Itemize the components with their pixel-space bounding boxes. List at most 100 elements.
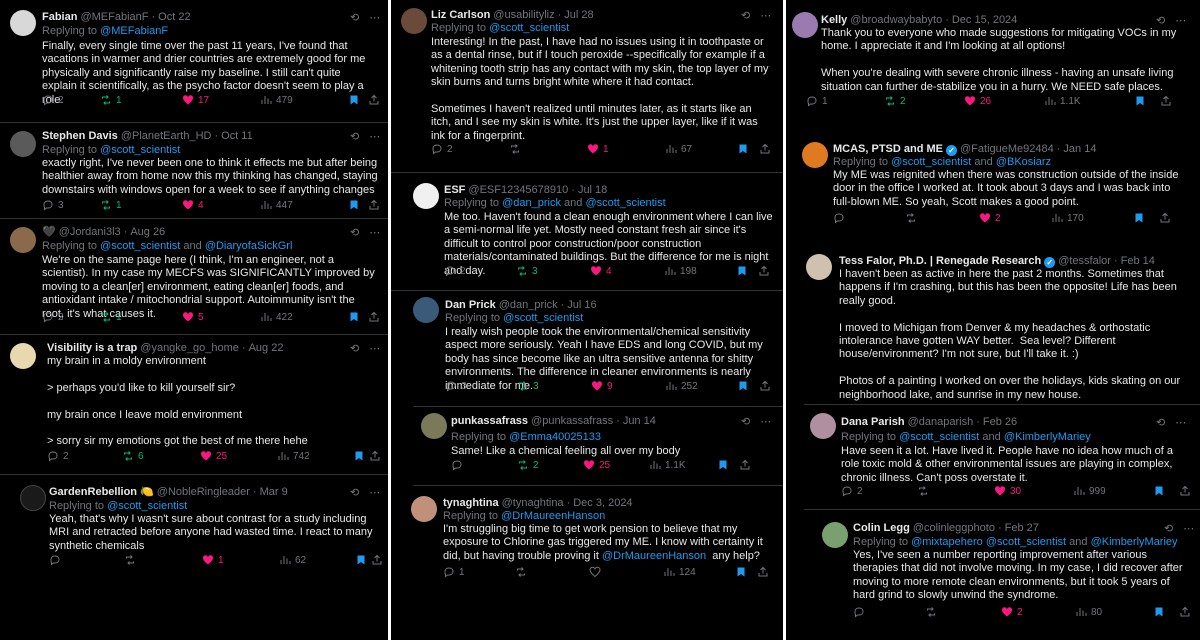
avatar[interactable] — [792, 12, 818, 38]
avatar[interactable] — [810, 413, 836, 439]
share-button[interactable] — [369, 450, 381, 462]
avatar[interactable] — [401, 8, 427, 34]
reply-mention[interactable]: @dan_prick and @scott_scientist — [502, 197, 666, 209]
avatar[interactable] — [10, 343, 36, 369]
like-button[interactable]: 1 — [202, 554, 224, 566]
bookmark-button[interactable] — [717, 459, 729, 471]
like-button[interactable]: 4 — [590, 265, 612, 277]
like-button[interactable]: 9 — [591, 380, 613, 392]
tweet-date[interactable]: Feb 26 — [983, 415, 1017, 429]
views-button[interactable]: 742 — [277, 450, 310, 462]
reply-mention[interactable]: @scott_scientist — [489, 22, 569, 34]
reply-button[interactable]: 2 — [431, 143, 453, 155]
repost-button[interactable]: 6 — [122, 450, 144, 462]
grok-icon[interactable]: ⟲ — [741, 415, 750, 428]
bookmark-button[interactable] — [355, 554, 367, 566]
bookmark-button[interactable] — [348, 94, 360, 106]
bookmark-button[interactable] — [737, 380, 749, 392]
like-button[interactable]: 17 — [182, 94, 209, 106]
bookmark-button[interactable] — [353, 450, 365, 462]
views-button[interactable]: 422 — [260, 311, 293, 323]
avatar[interactable] — [806, 254, 832, 280]
reply-button[interactable]: 2 — [444, 265, 466, 277]
share-button[interactable] — [1159, 212, 1171, 224]
tweet-date[interactable]: Aug 22 — [249, 341, 284, 355]
bookmark-button[interactable] — [1133, 212, 1145, 224]
repost-button[interactable] — [905, 212, 921, 224]
more-icon[interactable]: ⋯ — [1175, 14, 1186, 27]
more-icon[interactable]: ⋯ — [369, 486, 380, 499]
author-name[interactable]: Visibility is a trap — [47, 341, 137, 355]
grok-icon[interactable]: ⟲ — [350, 11, 359, 24]
tweet-date[interactable]: Mar 9 — [260, 485, 288, 499]
repost-button[interactable]: 2 — [517, 459, 539, 471]
author-name[interactable]: Tess Falor, Ph.D. | Renegade Research — [839, 254, 1041, 268]
author-handle[interactable]: @Jordani3l3 — [59, 225, 121, 239]
bookmark-button[interactable] — [1153, 485, 1165, 497]
author-name[interactable]: Colin Legg — [853, 521, 910, 535]
like-button[interactable]: 25 — [200, 450, 227, 462]
reply-button[interactable] — [833, 212, 849, 224]
reply-button[interactable]: 2 — [42, 311, 64, 323]
share-button[interactable] — [1179, 485, 1191, 497]
tweet-date[interactable]: Oct 11 — [221, 129, 253, 143]
more-icon[interactable]: ⋯ — [369, 130, 380, 143]
tweet-date[interactable]: Jun 14 — [623, 414, 656, 428]
tweet[interactable]: GardenRebellion 🍋 @NobleRingleader · Mar… — [0, 474, 388, 640]
share-button[interactable] — [757, 566, 769, 578]
author-name[interactable]: Fabian — [42, 10, 77, 24]
like-button[interactable]: 5 — [182, 311, 204, 323]
avatar[interactable] — [10, 227, 36, 253]
author-handle[interactable]: @NobleRingleader — [157, 485, 250, 499]
like-button[interactable]: 26 — [964, 95, 991, 107]
bookmark-button[interactable] — [735, 566, 747, 578]
views-button[interactable]: 198 — [664, 265, 697, 277]
author-name[interactable]: GardenRebellion 🍋 — [49, 485, 154, 499]
repost-button[interactable] — [925, 606, 941, 618]
repost-button[interactable]: 1 — [100, 94, 122, 106]
reply-mention[interactable]: @DrMaureenHanson — [501, 510, 605, 522]
author-handle[interactable]: @MEFabianF — [80, 10, 148, 24]
bookmark-button[interactable] — [736, 265, 748, 277]
tweet[interactable]: Liz Carlson @usabilityliz · Jul 28 ⟲ ⋯ Re… — [391, 0, 783, 170]
more-icon[interactable]: ⋯ — [1183, 522, 1194, 535]
grok-icon[interactable]: ⟲ — [1156, 14, 1165, 27]
tweet-date[interactable]: Jul 16 — [567, 298, 596, 312]
tweet-date[interactable]: Feb 14 — [1121, 254, 1155, 268]
views-button[interactable]: 447 — [260, 199, 293, 211]
tweet-date[interactable]: Dec 15, 2024 — [952, 13, 1017, 27]
reply-mention[interactable]: @scott_scientist — [100, 144, 180, 156]
author-name[interactable]: punkassafrass — [451, 414, 528, 428]
reply-button[interactable]: 3 — [42, 199, 64, 211]
like-button[interactable]: 2 — [979, 212, 1001, 224]
more-icon[interactable]: ⋯ — [760, 415, 771, 428]
reply-mention[interactable]: @scott_scientist and @KimberlyMariey — [899, 431, 1091, 443]
author-name[interactable]: MCAS, PTSD and ME — [833, 142, 943, 156]
repost-button[interactable]: 3 — [517, 380, 539, 392]
tweet[interactable]: Dan Prick @dan_prick · Jul 16 Replying t… — [391, 290, 783, 404]
avatar[interactable] — [411, 496, 437, 522]
author-handle[interactable]: @broadwaybabyto — [850, 13, 942, 27]
repost-button[interactable] — [515, 566, 531, 578]
author-handle[interactable]: @colinleggphoto — [913, 521, 995, 535]
reply-button[interactable]: 2 — [47, 450, 69, 462]
tweet[interactable]: Visibility is a trap @yangke_go_home · A… — [0, 334, 388, 474]
bookmark-button[interactable] — [737, 143, 749, 155]
tweet-date[interactable]: Jul 18 — [578, 183, 607, 197]
more-icon[interactable]: ⋯ — [369, 226, 380, 239]
author-handle[interactable]: @FatigueMe92484 — [960, 142, 1054, 156]
author-handle[interactable]: @danaparish — [908, 415, 974, 429]
views-button[interactable]: 62 — [279, 554, 306, 566]
repost-button[interactable] — [124, 554, 140, 566]
tweet-date[interactable]: Aug 26 — [130, 225, 165, 239]
repost-button[interactable]: 1 — [100, 311, 122, 323]
reply-mention[interactable]: @scott_scientist — [503, 312, 583, 324]
reply-mention[interactable]: @MEFabianF — [100, 25, 168, 37]
more-icon[interactable]: ⋯ — [760, 9, 771, 22]
avatar[interactable] — [421, 413, 447, 439]
like-button[interactable]: 30 — [994, 485, 1021, 497]
grok-icon[interactable]: ⟲ — [741, 9, 750, 22]
share-button[interactable] — [368, 311, 380, 323]
avatar[interactable] — [822, 522, 848, 548]
views-button[interactable]: 124 — [663, 566, 696, 578]
